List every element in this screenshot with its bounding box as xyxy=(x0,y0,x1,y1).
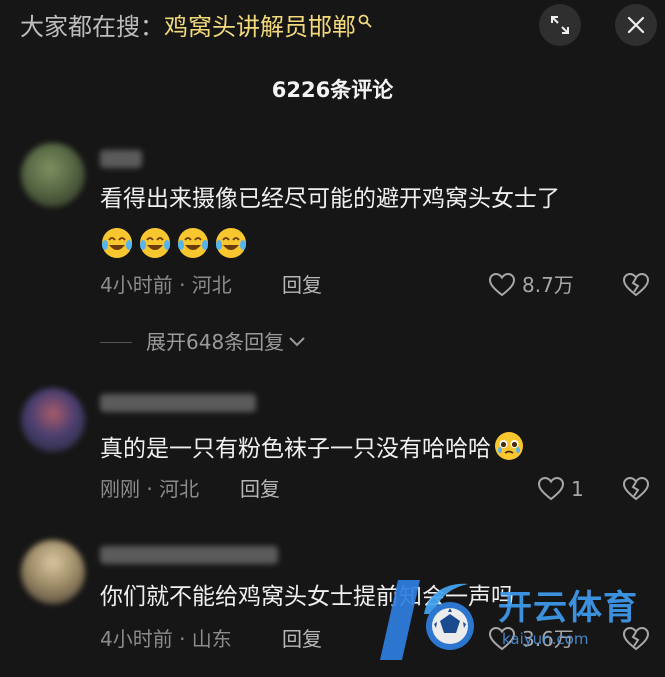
search-suggestion[interactable]: 大家都在搜：鸡窝头讲解员邯郸 xyxy=(20,10,372,44)
username-blurred[interactable] xyxy=(100,394,256,412)
like-button[interactable]: 8.7万 xyxy=(488,272,574,298)
expand-icon xyxy=(551,16,569,34)
search-suggestion-prefix: 大家都在搜： xyxy=(20,13,164,41)
divider-dash xyxy=(100,341,132,343)
laughing-tears-emoji xyxy=(216,228,246,258)
close-button[interactable] xyxy=(615,4,657,46)
watermark-logo: 开云体育 kaiyun.com xyxy=(380,574,660,666)
laughing-tears-emoji xyxy=(140,228,170,258)
reply-button[interactable]: 回复 xyxy=(282,626,322,652)
top-bar: 大家都在搜：鸡窝头讲解员邯郸 xyxy=(0,0,665,54)
expand-replies-button[interactable]: 展开648条回复 xyxy=(100,328,306,356)
expand-button[interactable] xyxy=(539,4,581,46)
broken-heart-icon[interactable] xyxy=(622,272,650,298)
expand-replies-label: 展开648条回复 xyxy=(146,330,285,354)
comment-text-body: 真的是一只有粉色袜子一只没有哈哈哈 xyxy=(100,436,491,462)
close-icon xyxy=(627,16,645,34)
comment-text: 看得出来摄像已经尽可能的避开鸡窝头女士了 xyxy=(100,186,560,212)
avatar[interactable] xyxy=(21,540,85,604)
like-button[interactable]: 1 xyxy=(537,476,584,502)
username-blurred[interactable] xyxy=(100,546,278,564)
brand-logo-icon xyxy=(380,580,474,660)
pleading-face-emoji xyxy=(495,432,523,460)
avatar[interactable] xyxy=(21,388,85,452)
comment-meta: 刚刚 · 河北 xyxy=(100,477,200,501)
broken-heart-icon[interactable] xyxy=(622,476,650,502)
laughing-tears-emoji xyxy=(102,228,132,258)
chevron-down-icon xyxy=(289,337,305,347)
heart-icon xyxy=(488,272,516,297)
comment-meta: 4小时前 · 河北 xyxy=(100,273,232,297)
like-count: 8.7万 xyxy=(522,273,574,297)
comment-text: 真的是一只有粉色袜子一只没有哈哈哈 xyxy=(100,430,525,464)
search-suggestion-term[interactable]: 鸡窝头讲解员邯郸 xyxy=(164,13,356,41)
like-count: 1 xyxy=(571,477,584,501)
username-blurred[interactable] xyxy=(100,150,142,168)
comment-meta: 4小时前 · 山东 xyxy=(100,627,232,651)
search-icon xyxy=(358,14,372,28)
emoji-row xyxy=(100,226,248,260)
comments-count-title: 6226条评论 xyxy=(271,78,394,102)
laughing-tears-emoji xyxy=(178,228,208,258)
avatar[interactable] xyxy=(21,143,85,207)
reply-button[interactable]: 回复 xyxy=(240,476,280,502)
heart-icon xyxy=(537,476,565,501)
watermark-title: 开云体育 xyxy=(498,588,638,628)
watermark-url: kaiyun.com xyxy=(502,630,589,648)
reply-button[interactable]: 回复 xyxy=(282,272,322,298)
